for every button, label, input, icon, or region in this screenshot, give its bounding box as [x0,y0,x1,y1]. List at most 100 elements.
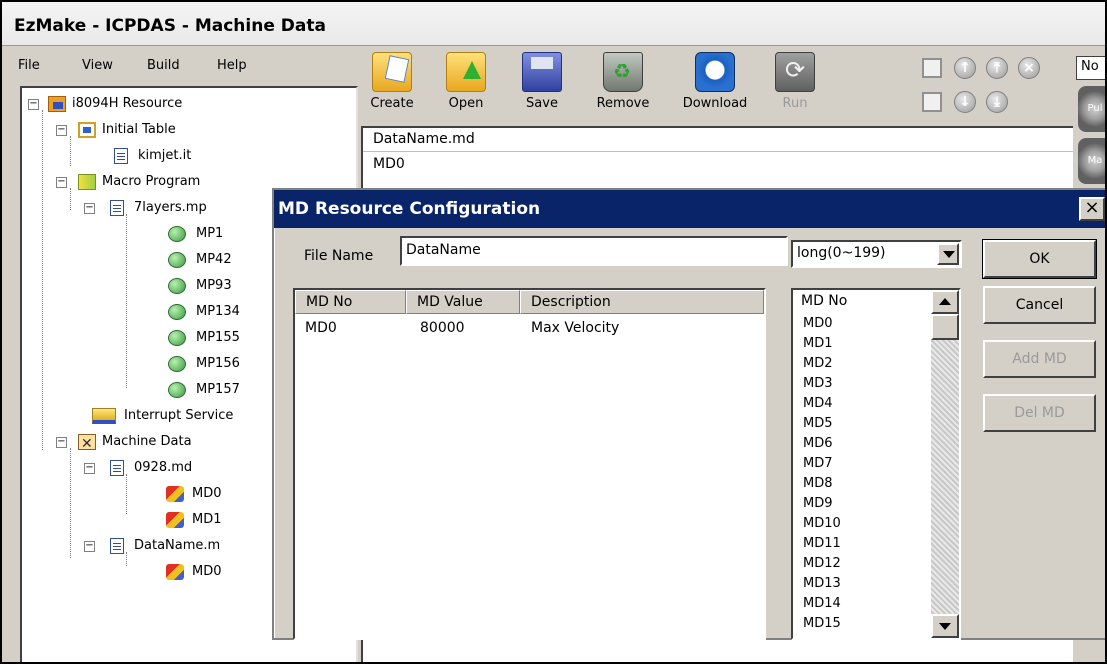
arrow-bottom-icon[interactable]: ⤓ [986,91,1008,113]
tree-line [70,188,71,210]
window-title: EzMake - ICPDAS - Machine Data [2,2,1105,46]
file-name-input[interactable]: DataName [400,236,788,266]
table-cell-md-value[interactable]: 80000 [420,320,465,336]
tree-line [70,136,71,166]
tree-line [126,214,127,388]
app-window: EzMake - ICPDAS - Machine Data File View… [0,0,1107,664]
list-item[interactable]: MD14 [803,596,841,611]
col-md-value[interactable]: MD Value [406,290,520,314]
list-item[interactable]: MD1 [803,336,833,351]
list-item[interactable]: MD5 [803,416,833,431]
md-blocks-icon [166,512,184,528]
md-config-dialog: MD Resource Configuration × File Name Da… [272,188,1105,640]
list-item[interactable]: MD11 [803,536,841,551]
run-label: Run [782,96,808,111]
macro-icon [78,174,96,190]
col-description[interactable]: Description [520,290,764,314]
run-button[interactable]: Run [770,52,820,118]
table-cell-description[interactable]: Max Velocity [531,320,619,336]
menu-build[interactable]: Build [147,58,180,73]
download-button[interactable]: Download [672,52,758,118]
download-label: Download [682,96,748,111]
resource-icon [48,96,66,112]
dialog-titlebar: MD Resource Configuration × [274,190,1105,228]
list-item[interactable]: MD4 [803,396,833,411]
scroll-thumb[interactable] [931,314,959,340]
list-scrollbar[interactable] [931,290,959,638]
list-item[interactable]: MD8 [803,476,833,491]
menu-view[interactable]: View [82,58,113,73]
chevron-down-icon[interactable] [937,243,959,265]
macro-step-icon [168,382,186,398]
download-globe-icon [695,52,735,92]
list-item[interactable]: MD13 [803,576,841,591]
del-md-button[interactable]: Del MD [983,394,1096,432]
type-dropdown-value: long(0~199) [797,245,886,261]
list-item[interactable]: MD6 [803,436,833,451]
save-button[interactable]: Save [514,52,570,118]
table-icon [78,122,96,138]
editor-row[interactable]: MD0 [373,156,405,172]
ok-button[interactable]: OK [982,239,1097,279]
interrupt-folder-icon [92,408,116,424]
list-item[interactable]: MD15 [803,616,841,631]
open-button[interactable]: Open [436,52,496,118]
close-circle-icon[interactable]: × [1018,57,1040,79]
dialog-title: MD Resource Configuration [278,199,541,219]
list-item[interactable]: MD9 [803,496,833,511]
save-disk-icon [522,52,562,92]
list-item[interactable]: MD2 [803,356,833,371]
list-item[interactable]: MD12 [803,556,841,571]
run-icon [775,52,815,92]
arrow-top-icon[interactable]: ⤒ [986,57,1008,79]
macro-gear-button[interactable]: Ma [1078,138,1105,184]
remove-button[interactable]: Remove [588,52,658,118]
list-item[interactable]: MD10 [803,516,841,531]
open-label: Open [448,96,484,111]
md-list: MD No MD0 MD1 MD2 MD3 MD4 MD5 MD6 MD7 MD… [791,288,961,640]
create-button[interactable]: Create [362,52,422,118]
macro-step-icon [168,278,186,294]
scroll-up-icon[interactable] [931,290,959,314]
document-icon [114,148,128,164]
editor-header: DataName.md [363,128,1073,152]
type-dropdown[interactable]: long(0~199) [791,240,962,268]
tree-line [126,552,127,566]
menu-file[interactable]: File [18,58,40,73]
create-label: Create [370,96,414,111]
list-item[interactable]: MD3 [803,376,833,391]
md-blocks-icon [166,564,184,580]
scroll-down-icon[interactable] [931,614,959,638]
md-table: MD No MD Value Description MD0 80000 Max… [293,288,766,640]
save-label: Save [526,96,558,111]
create-icon [372,52,412,92]
recycle-bin-icon [603,52,643,92]
col-md-no[interactable]: MD No [295,290,406,314]
list-item[interactable]: MD0 [803,316,833,331]
arrow-up-icon[interactable]: ↑ [954,57,976,79]
tree-line [126,474,127,514]
list-item[interactable]: MD7 [803,456,833,471]
md-blocks-icon [166,486,184,502]
menu-bar: File View Build Help [2,52,357,82]
document-icon [110,200,124,216]
menu-help[interactable]: Help [217,58,247,73]
table-cell-md-no[interactable]: MD0 [305,320,337,336]
document-icon [110,460,124,476]
close-icon[interactable]: × [1079,197,1105,221]
arrow-down-icon[interactable]: ↓ [954,91,976,113]
document-icon [110,538,124,554]
machine-tools-icon [78,432,96,456]
window-tile-icon[interactable] [922,58,942,78]
macro-step-icon [168,226,186,242]
pulse-gear-button[interactable]: Pul [1078,86,1105,132]
no-combobox[interactable]: No [1076,56,1105,80]
tree-line [70,448,71,558]
macro-step-icon [168,356,186,372]
macro-step-icon [168,304,186,320]
macro-step-icon [168,252,186,268]
md-list-header: MD No [793,290,933,312]
window-restore-icon[interactable] [922,92,942,112]
cancel-button[interactable]: Cancel [983,286,1096,324]
add-md-button[interactable]: Add MD [983,340,1096,378]
